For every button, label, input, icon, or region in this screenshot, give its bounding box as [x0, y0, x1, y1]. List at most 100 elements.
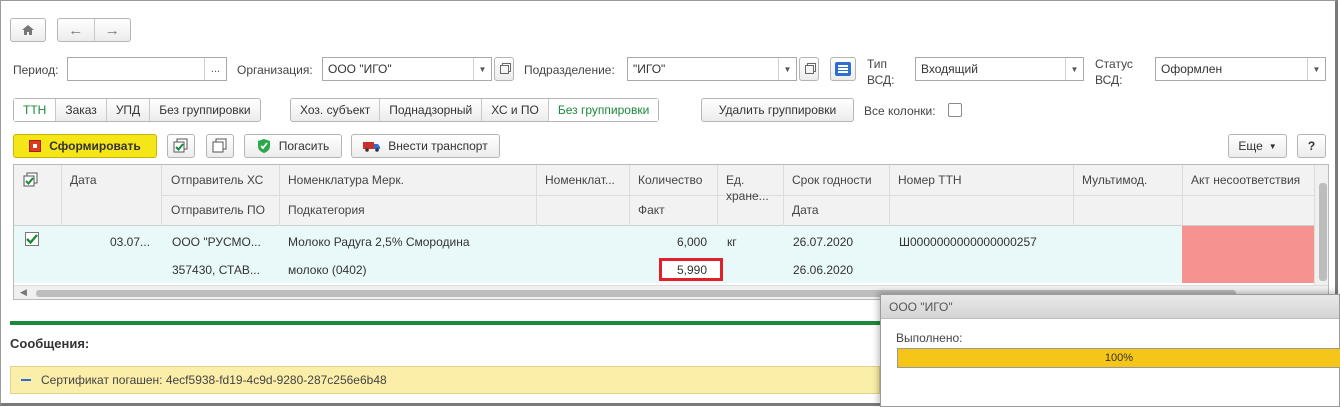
home-button[interactable]	[10, 18, 46, 42]
collapse-icon[interactable]	[21, 379, 31, 381]
list-settings-button[interactable]	[830, 57, 856, 81]
form-button[interactable]: Сформировать	[13, 134, 157, 158]
remove-grouping-button[interactable]: Удалить группировки	[701, 98, 854, 122]
check-icon	[26, 234, 38, 245]
col-header-date2[interactable]: Дата	[783, 203, 819, 217]
row-checkbox[interactable]	[25, 232, 39, 246]
col-header-subcategory[interactable]: Подкатегория	[279, 203, 365, 217]
col-header-nomenclature-short[interactable]: Номенклат...	[536, 173, 615, 187]
header-check-icon[interactable]	[23, 172, 39, 191]
period-select-button[interactable]: ...	[204, 58, 226, 80]
copy-icon	[212, 138, 227, 153]
progress-window-header: ООО "ИГО"	[881, 295, 1339, 319]
documents-table[interactable]: Дата Отправитель ХС Номенклатура Мерк. Н…	[13, 164, 1329, 300]
col-header-nomenclature[interactable]: Номенклатура Мерк.	[279, 173, 404, 187]
division-dropdown[interactable]: ▼	[778, 58, 796, 80]
back-button[interactable]: ←	[58, 19, 95, 41]
division-label: Подразделение:	[524, 63, 615, 77]
transport-button[interactable]: Внести транспорт	[351, 134, 500, 158]
vsd-status-label: Статус ВСД:	[1095, 57, 1133, 87]
message-text: Сертификат погашен: 4ecf5938-fd19-4c9d-9…	[41, 373, 387, 387]
organization-value: ООО "ИГО"	[328, 62, 392, 76]
open-window-icon	[499, 64, 509, 74]
tab-no-grouping-1[interactable]: Без группировки	[150, 99, 259, 121]
col-header-fact[interactable]: Факт	[629, 203, 665, 217]
forward-button[interactable]: →	[95, 19, 131, 41]
cell-quantity: 6,000	[677, 235, 708, 249]
cell-date: 03.07...	[110, 235, 151, 249]
vsd-status-label-line2: ВСД:	[1095, 73, 1123, 87]
repay-button[interactable]: Погасить	[244, 134, 342, 158]
division-field[interactable]: "ИГО" ▼	[627, 57, 797, 81]
arrow-right-icon: →	[104, 21, 120, 39]
arrow-left-icon: ←	[68, 21, 84, 39]
organization-open-button[interactable]	[494, 57, 514, 81]
list-icon	[835, 62, 851, 76]
vertical-scrollbar-thumb[interactable]	[1319, 183, 1327, 281]
cell-fact: 5,990	[677, 263, 708, 277]
col-header-expiry[interactable]: Срок годности	[783, 173, 872, 187]
progress-label: Выполнено:	[896, 331, 963, 345]
cell-date2: 26.06.2020	[793, 263, 854, 277]
tab-business-entity[interactable]: Хоз. субъект	[291, 99, 381, 121]
tab-no-grouping-2[interactable]: Без группировки	[548, 99, 659, 121]
more-button-label: Еще	[1238, 139, 1263, 153]
progress-window-title: ООО "ИГО"	[889, 299, 953, 314]
select-all-button[interactable]	[167, 134, 195, 158]
form-button-label: Сформировать	[49, 139, 141, 153]
more-button[interactable]: Еще ▼	[1228, 134, 1287, 158]
progress-bar: 100%	[897, 348, 1340, 368]
grouping-tabs-2: Хоз. субъект Поднадзорный ХС и ПО Без гр…	[290, 98, 660, 122]
col-header-multimodal[interactable]: Мультимод.	[1073, 173, 1147, 187]
division-open-button[interactable]	[799, 57, 819, 81]
organization-field[interactable]: ООО "ИГО" ▼	[322, 57, 492, 81]
cell-sender-po: 357430, СТАВ...	[172, 263, 260, 277]
vsd-type-label-line2: ВСД:	[867, 73, 895, 87]
col-header-unit[interactable]: Ед.	[717, 173, 744, 187]
cell-expiry: 26.07.2020	[793, 235, 854, 249]
tab-supervised[interactable]: Поднадзорный	[380, 99, 483, 121]
period-label: Период:	[13, 63, 59, 77]
cell-ttn-number: Ш0000000000000000257	[899, 235, 1037, 249]
all-columns-checkbox[interactable]	[948, 103, 962, 117]
help-button[interactable]: ?	[1297, 134, 1326, 158]
division-value: "ИГО"	[633, 62, 666, 76]
col-header-ttn-number[interactable]: Номер ТТН	[889, 173, 962, 187]
progress-window: ООО "ИГО" Выполнено: 100%	[880, 294, 1340, 407]
tab-hs-and-po[interactable]: ХС и ПО	[482, 99, 549, 121]
vsd-status-label-line1: Статус	[1095, 57, 1133, 71]
col-header-date[interactable]: Дата	[61, 173, 97, 187]
home-icon	[22, 25, 34, 35]
tab-upd[interactable]: УПД	[107, 99, 151, 121]
act-mismatch-cell	[1182, 226, 1314, 283]
progress-value: 100%	[1104, 352, 1134, 364]
cell-sender-hs: ООО "РУСМО...	[172, 235, 261, 249]
copy-button[interactable]	[206, 134, 234, 158]
vsd-type-dropdown[interactable]: ▼	[1065, 58, 1083, 80]
open-window-icon	[804, 64, 814, 74]
organization-dropdown[interactable]: ▼	[473, 58, 491, 80]
vsd-type-value: Входящий	[921, 62, 978, 76]
truck-icon	[363, 142, 381, 152]
grouping-tabs-1: ТТН Заказ УПД Без группировки	[13, 98, 261, 122]
messages-divider	[10, 321, 880, 325]
vsd-type-label: Тип ВСД:	[867, 57, 894, 87]
tab-order[interactable]: Заказ	[56, 99, 107, 121]
period-field[interactable]: ...	[67, 57, 227, 81]
scroll-left-icon[interactable]: ◀	[20, 287, 27, 298]
all-columns-label: Все колонки:	[864, 104, 936, 118]
vsd-status-field[interactable]: Оформлен ▼	[1155, 57, 1326, 81]
transport-button-label: Внести транспорт	[388, 139, 488, 153]
col-header-unit-line2: хране...	[726, 189, 769, 203]
vertical-scrollbar[interactable]	[1314, 165, 1328, 285]
col-header-quantity[interactable]: Количество	[629, 173, 702, 187]
vsd-status-value: Оформлен	[1161, 62, 1223, 76]
cell-unit: кг	[727, 235, 737, 249]
vsd-type-field[interactable]: Входящий ▼	[915, 57, 1084, 81]
message-item[interactable]: Сертификат погашен: 4ecf5938-fd19-4c9d-9…	[10, 366, 880, 394]
col-header-sender-hs[interactable]: Отправитель ХС	[162, 173, 263, 187]
vsd-status-dropdown[interactable]: ▼	[1307, 58, 1325, 80]
col-header-act[interactable]: Акт несоответствия	[1182, 173, 1300, 187]
tab-ttn[interactable]: ТТН	[14, 99, 57, 121]
col-header-sender-po[interactable]: Отправитель ПО	[162, 203, 265, 217]
